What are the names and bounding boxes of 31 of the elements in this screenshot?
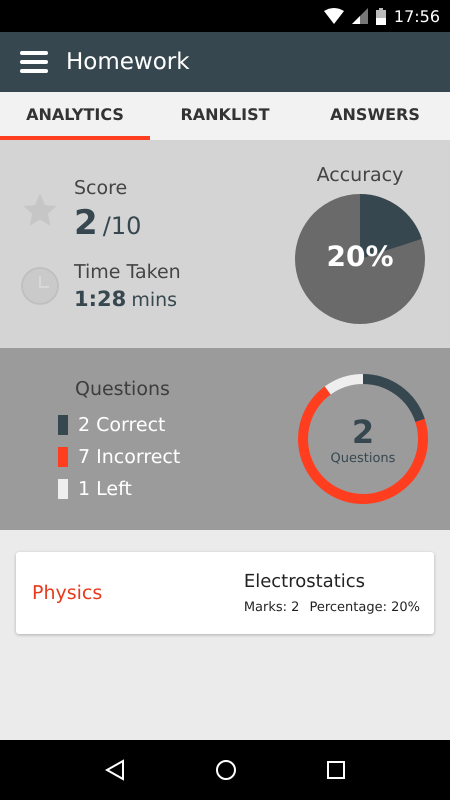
score-total: /10 (102, 212, 142, 240)
donut-value: 2 (352, 412, 374, 450)
subject-name: Physics (32, 582, 104, 604)
percentage-text: Percentage: 20% (309, 600, 420, 615)
accuracy-label: Accuracy (316, 164, 404, 186)
time-value: 1:28 (74, 287, 126, 311)
signal-icon (352, 8, 368, 24)
clock-time: 17:56 (394, 6, 440, 26)
menu-icon[interactable] (20, 50, 48, 74)
marks-text: Marks: 2 (244, 600, 300, 615)
back-icon[interactable] (104, 759, 126, 781)
donut-label: Questions (330, 450, 396, 466)
battery-icon (376, 8, 386, 24)
clock-icon (20, 266, 60, 306)
tab[interactable]: RANKLIST (150, 92, 300, 140)
time-unit: mins (131, 289, 178, 311)
accuracy-value: 20% (325, 240, 395, 273)
recents-icon[interactable] (326, 760, 346, 780)
topic-name: Electrostatics (244, 571, 366, 592)
questions-title: Questions (75, 378, 171, 400)
score-value: 2 (74, 203, 98, 243)
legend-label: 2 Correct (78, 414, 166, 436)
wifi-icon (324, 8, 344, 24)
screen-title: Homework (66, 49, 190, 75)
subject-card[interactable]: Physics Electrostatics Marks: 2 Percentage: 20% (16, 552, 434, 634)
tab[interactable]: ANSWERS (300, 92, 450, 140)
legend-label: 1 Left (78, 478, 132, 500)
legend-label: 7 Incorrect (78, 446, 180, 468)
score-label: Score (74, 177, 128, 199)
home-icon[interactable] (214, 759, 237, 781)
time-label: Time Taken (74, 261, 181, 283)
